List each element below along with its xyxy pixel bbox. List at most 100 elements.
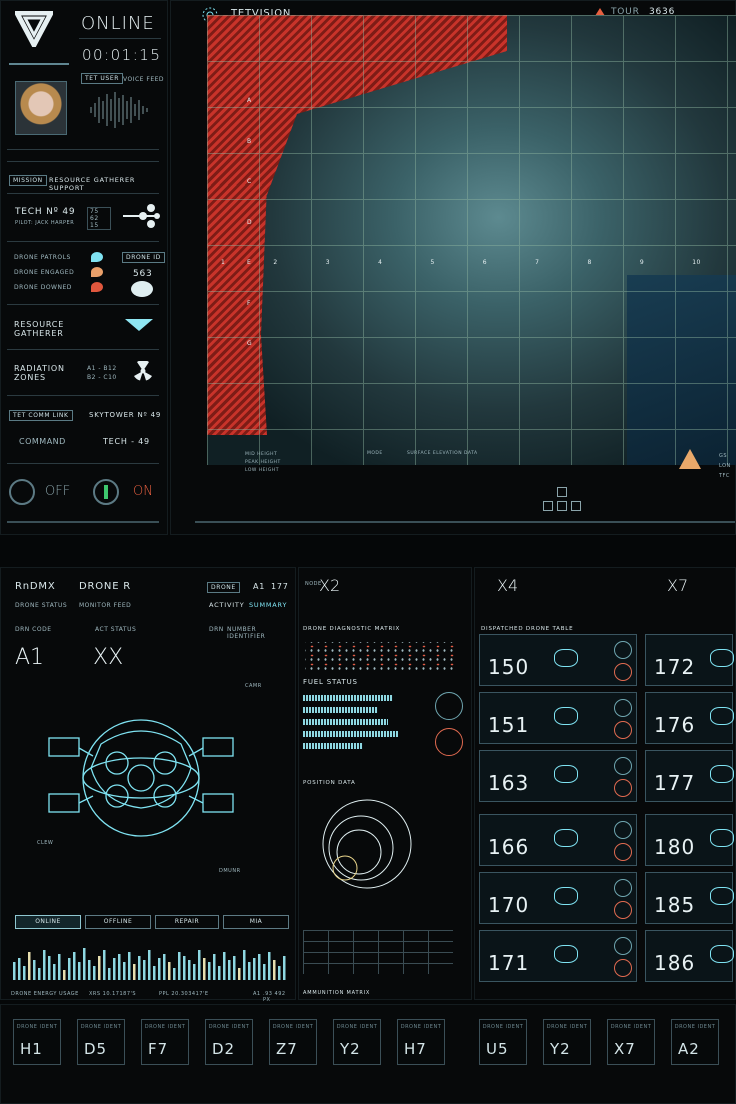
energy-bar	[48, 956, 51, 980]
activity-label: ACTIVITY	[209, 601, 245, 609]
map-row-labels: ABCDEFG	[247, 97, 253, 347]
gatherer-label: GATHERER	[14, 329, 64, 338]
drone-card-number: 177	[654, 771, 696, 795]
energy-bar	[178, 952, 181, 980]
energy-bar	[93, 966, 96, 980]
energy-bar	[58, 954, 61, 980]
drone-card-dial	[614, 641, 632, 659]
drone-ident-box[interactable]: DRONE IDENT U5	[479, 1019, 527, 1065]
ammunition-matrix-title: AMMUNITION MATRIX	[303, 990, 371, 996]
drone-card-number: 163	[488, 771, 530, 795]
drone-card[interactable]: 186	[645, 930, 734, 982]
fuel-status-title: FUEL STATUS	[303, 678, 358, 686]
drone-card-number: 170	[488, 893, 530, 917]
drone-panel: RnDMX DRONE R DRONE A1 177 DRONE STATUS …	[0, 567, 296, 1003]
drone-thumb-icon	[710, 887, 734, 905]
drone-card[interactable]: 185	[645, 872, 734, 924]
repair-button[interactable]: REPAIR	[155, 915, 219, 929]
drone-card-dial	[614, 699, 632, 717]
drone-ident-box[interactable]: DRONE IDENT Z7	[269, 1019, 317, 1065]
energy-label: DRONE ENERGY USAGE	[11, 991, 79, 997]
comm-off-label: OFF	[45, 484, 71, 499]
drone-thumb-icon	[554, 829, 578, 847]
drone-downed: DRONE DOWNED	[14, 284, 72, 291]
drone-ident-label: DRONE IDENT	[80, 1024, 122, 1030]
map-readouts: GS LON TFC	[719, 453, 731, 479]
map-nav-keys[interactable]	[543, 487, 583, 513]
tetvision-map-panel: TETVISION TOUR 3636 ABCDEFG 1 2 3 4 5 6 7 8 9 10 …	[170, 0, 736, 535]
node-x4: X4	[497, 576, 519, 595]
drone-ident-box[interactable]: DRONE IDENT H1	[13, 1019, 61, 1065]
drone-card-dial	[614, 901, 632, 919]
drone-card[interactable]: 172	[645, 634, 734, 686]
tech-codes: 75 62 15	[87, 207, 111, 230]
fuel-bar-4	[303, 731, 398, 737]
drone-card[interactable]: 180	[645, 814, 734, 866]
energy-bar	[43, 950, 46, 980]
radiation-codes-1: A1 - B12	[87, 365, 117, 372]
drone-card[interactable]: 163	[479, 750, 637, 802]
rndmx-label: RnDMX	[15, 581, 56, 592]
energy-bar	[103, 950, 106, 980]
drone-card[interactable]: 151	[479, 692, 637, 744]
zones-label: ZONES	[14, 373, 46, 382]
drone-ident-box[interactable]: DRONE IDENT X7	[607, 1019, 655, 1065]
drone-ident-box[interactable]: DRONE IDENT Y2	[543, 1019, 591, 1065]
drone-card[interactable]: 171	[479, 930, 637, 982]
energy-bar	[283, 956, 286, 980]
act-status-value: XX	[93, 645, 124, 670]
terrain-map[interactable]	[207, 15, 736, 465]
drone-ident-box[interactable]: DRONE IDENT D5	[77, 1019, 125, 1065]
drone-thumb-icon	[710, 765, 734, 783]
drone-ident-value: A2	[678, 1040, 700, 1058]
energy-bar	[168, 962, 171, 980]
drone-ident-strip: DRONE IDENT H1 DRONE IDENT D5 DRONE IDENT F7 D…	[0, 1004, 736, 1104]
drone-ident-box[interactable]: DRONE IDENT D2	[205, 1019, 253, 1065]
drn-code-label: DRN CODE	[15, 626, 52, 633]
comm-off-toggle-icon[interactable]	[9, 479, 35, 505]
energy-bar	[148, 950, 151, 980]
online-status: ONLINE	[81, 13, 155, 34]
nav-left-key[interactable]	[543, 501, 553, 511]
voice-feed-label: VOICE FEED	[123, 76, 165, 83]
nav-right-key[interactable]	[571, 501, 581, 511]
command-label: COMMAND	[19, 437, 66, 446]
drone-card[interactable]: 176	[645, 692, 734, 744]
drone-ident-label: DRONE IDENT	[610, 1024, 652, 1030]
online-button[interactable]: ONLINE	[15, 915, 81, 929]
drone-card[interactable]: 177	[645, 750, 734, 802]
drone-card[interactable]: 150	[479, 634, 637, 686]
drone-ident-value: X7	[614, 1040, 636, 1058]
drone-ident-box[interactable]: DRONE IDENT F7	[141, 1019, 189, 1065]
drone-ident-label: DRONE IDENT	[16, 1024, 58, 1030]
xrs-readout: XRS 10.17187'S	[89, 991, 137, 997]
drone-card[interactable]: 170	[479, 872, 637, 924]
drone-card[interactable]: 166	[479, 814, 637, 866]
mission-label: MISSION	[9, 175, 47, 186]
drone-ident-value: Z7	[276, 1040, 298, 1058]
drone-ident-box[interactable]: DRONE IDENT H7	[397, 1019, 445, 1065]
drone-ident-box[interactable]: DRONE IDENT Y2	[333, 1019, 381, 1065]
nav-down-key[interactable]	[557, 501, 567, 511]
energy-bar	[188, 960, 191, 980]
energy-bar	[198, 950, 201, 980]
node-x7: X7	[667, 576, 689, 595]
nav-up-key[interactable]	[557, 487, 567, 497]
energy-bar	[83, 948, 86, 980]
drone-card-number: 186	[654, 951, 696, 975]
drone-status-label: DRONE STATUS	[15, 602, 68, 609]
pilot-name: PILOT: JACK HARPER	[15, 220, 75, 226]
surface-elevation-label: SURFACE ELEVATION DATA	[407, 451, 478, 456]
energy-bar	[138, 956, 141, 980]
drone-thumb-icon	[710, 829, 734, 847]
energy-bar	[213, 954, 216, 980]
drone-ident-value: D5	[84, 1040, 108, 1058]
diagnostic-matrix-title: DRONE DIAGNOSTIC MATRIX	[303, 626, 401, 632]
offline-button[interactable]: OFFLINE	[85, 915, 151, 929]
drone-thumb-icon	[710, 945, 734, 963]
mia-button[interactable]: MIA	[223, 915, 289, 929]
callout-clew: CLEW	[37, 840, 54, 846]
drone-card-number: 150	[488, 655, 530, 679]
drone-ident-box[interactable]: DRONE IDENT A2	[671, 1019, 719, 1065]
drone-card-dial	[614, 757, 632, 775]
